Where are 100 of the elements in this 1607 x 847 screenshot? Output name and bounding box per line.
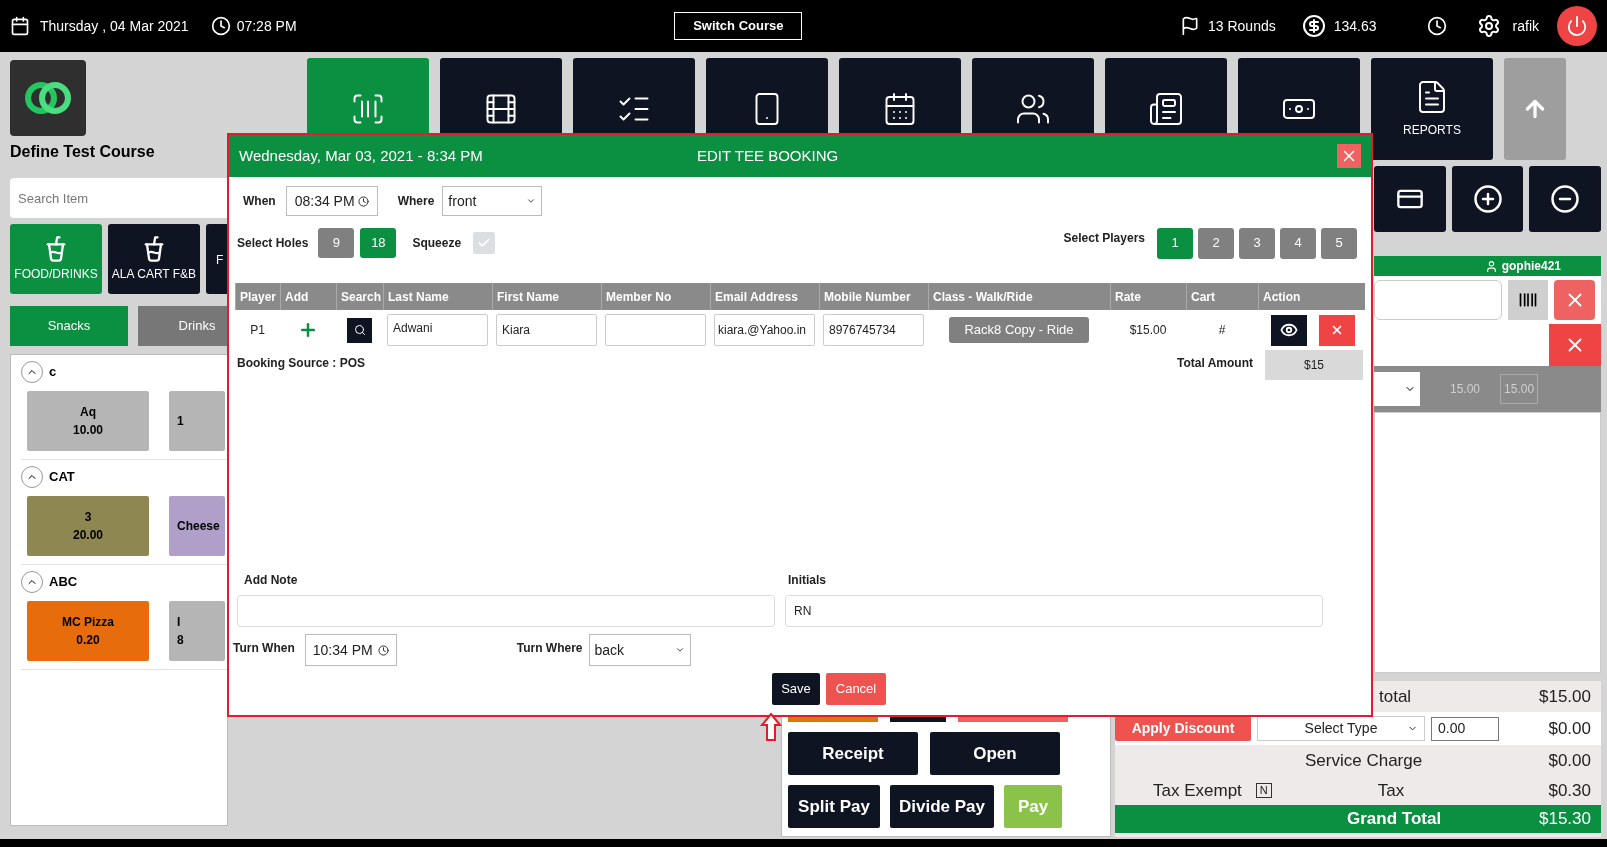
dropdown-caret-icon xyxy=(526,196,537,206)
remove-button[interactable] xyxy=(1529,166,1601,232)
initials-field[interactable]: RN xyxy=(785,595,1323,627)
power-icon xyxy=(1566,15,1588,37)
user-icon xyxy=(1484,259,1498,273)
column-header: First Name xyxy=(492,283,601,310)
email-field[interactable]: kiara.@Yahoo.in xyxy=(714,314,815,346)
course-name: Define Test Course xyxy=(10,142,156,162)
discount-field[interactable]: 0.00 xyxy=(1431,716,1499,741)
column-header: Player xyxy=(235,283,280,310)
current-time: 07:28 PM xyxy=(236,16,297,36)
rate-cell-text: $15.00 xyxy=(1128,322,1168,339)
power-button[interactable] xyxy=(1557,6,1597,46)
category-tile[interactable]: F xyxy=(206,224,228,294)
menu-item[interactable]: I 8 xyxy=(169,601,225,661)
select-players-label: Select Players xyxy=(1063,230,1145,247)
subcategory-tab[interactable]: Drinks xyxy=(138,306,228,346)
history-icon[interactable] xyxy=(1426,16,1447,36)
tax-value: $0.30 xyxy=(1548,779,1591,802)
customer-name: gophie421 xyxy=(1501,258,1561,275)
menu-item[interactable]: 3 20.00 xyxy=(27,496,149,556)
players-option[interactable]: 1 xyxy=(1157,227,1193,259)
subcategory-tab[interactable]: Snacks xyxy=(10,306,128,346)
squeeze-label: Squeeze xyxy=(412,235,462,252)
action-button[interactable]: Split Pay xyxy=(788,785,880,828)
column-header: Mobile Number xyxy=(819,283,928,310)
total-amount-label: Total Amount xyxy=(1177,355,1253,372)
barcode-button[interactable] xyxy=(1508,280,1548,320)
action-button[interactable]: Divide Pay xyxy=(890,785,994,828)
view-button[interactable] xyxy=(1271,314,1307,346)
category-tile[interactable]: FOOD/DRINKS xyxy=(10,224,102,294)
players-option[interactable]: 5 xyxy=(1321,227,1357,259)
customer-field[interactable] xyxy=(1374,280,1502,320)
total-amount-value: $15 xyxy=(1265,350,1363,380)
class-button[interactable]: Rack8 Copy - Ride xyxy=(949,317,1089,343)
players-option[interactable]: 4 xyxy=(1280,227,1316,259)
category-tile[interactable]: ALA CART F&B xyxy=(108,224,200,294)
switch-course-button[interactable]: Switch Course xyxy=(674,12,803,40)
squeeze-checkbox[interactable] xyxy=(473,232,496,254)
member-no-field[interactable] xyxy=(605,314,706,346)
holes-option[interactable]: 9 xyxy=(318,228,355,258)
grand-total-label: Grand Total xyxy=(1347,808,1442,831)
players-option[interactable]: 3 xyxy=(1239,227,1275,259)
subtotal-value: $15.00 xyxy=(1539,685,1591,708)
column-header: Email Address xyxy=(710,283,819,310)
column-header: Rate xyxy=(1110,283,1186,310)
add-player-icon[interactable] xyxy=(298,320,318,340)
booking-source: Booking Source : POS xyxy=(237,355,365,372)
turn-where-select[interactable]: back xyxy=(588,634,691,666)
section-title: c xyxy=(49,363,57,382)
service-charge-label: Service Charge xyxy=(1305,749,1423,772)
user-name: rafik xyxy=(1512,16,1539,36)
module-tile[interactable]: REPORTS xyxy=(1371,58,1493,160)
clear-customer-button[interactable] xyxy=(1554,280,1595,320)
menu-item[interactable]: MC Pizza 0.20 xyxy=(27,601,149,661)
line-total: 15.00 xyxy=(1500,374,1539,404)
dialog-title: EDIT TEE BOOKING xyxy=(697,145,839,166)
action-button[interactable]: Receipt xyxy=(788,732,918,775)
when-time-field[interactable]: 08:34 PM xyxy=(285,186,378,216)
search-icon xyxy=(353,324,366,336)
tax-label: Tax xyxy=(1377,779,1405,802)
player-cell-text: P1 xyxy=(249,322,266,339)
note-field[interactable] xyxy=(237,595,775,627)
menu-item[interactable]: Aq 10.00 xyxy=(27,391,149,451)
holes-option[interactable]: 18 xyxy=(360,228,397,258)
menu-item[interactable]: 1 xyxy=(169,391,225,451)
tax-exempt-toggle[interactable]: N xyxy=(1255,783,1272,798)
turn-where-label: Turn Where xyxy=(516,640,583,657)
action-button[interactable]: Open xyxy=(930,732,1060,775)
delete-player-button[interactable] xyxy=(1319,314,1355,346)
discount-value: $0.00 xyxy=(1548,717,1591,740)
mobile-field[interactable]: 8976745734 xyxy=(823,314,924,346)
dialog-date: Wednesday, Mar 03, 2021 - 8:34 PM xyxy=(239,145,483,166)
first-name-field[interactable]: Kiara xyxy=(496,314,597,346)
close-button[interactable] xyxy=(1337,144,1361,168)
section-title: ABC xyxy=(49,573,78,592)
menu-item[interactable]: Cheese xyxy=(169,496,225,556)
turn-when-field[interactable]: 10:34 PM xyxy=(304,634,397,666)
cart-cell-text: # xyxy=(1217,322,1227,339)
when-label: When xyxy=(243,193,276,210)
golf-icon xyxy=(1180,16,1200,36)
search-player-button[interactable] xyxy=(347,317,372,343)
grand-total-value: $15.30 xyxy=(1539,808,1591,831)
column-header: Last Name xyxy=(383,283,492,310)
current-date: Thursday , 04 Mar 2021 xyxy=(40,16,189,36)
clock-icon xyxy=(357,195,369,207)
players-option[interactable]: 2 xyxy=(1198,227,1234,259)
where-select[interactable]: front xyxy=(442,186,543,216)
newspaper-icon xyxy=(1148,91,1184,127)
column-header: Class - Walk/Ride xyxy=(928,283,1110,310)
rounds-count: 13 Rounds xyxy=(1208,16,1276,36)
service-charge-value: $0.00 xyxy=(1548,749,1591,772)
add-note-label: Add Note xyxy=(243,572,299,589)
add-button[interactable] xyxy=(1451,166,1524,232)
save-button[interactable]: Save xyxy=(772,673,820,705)
last-name-field[interactable]: Adwani xyxy=(387,314,488,346)
balance-amount: 134.63 xyxy=(1333,16,1377,36)
card-payment-button[interactable] xyxy=(1374,166,1446,232)
settings-icon[interactable] xyxy=(1476,14,1501,38)
barcode-icon xyxy=(1518,290,1538,310)
